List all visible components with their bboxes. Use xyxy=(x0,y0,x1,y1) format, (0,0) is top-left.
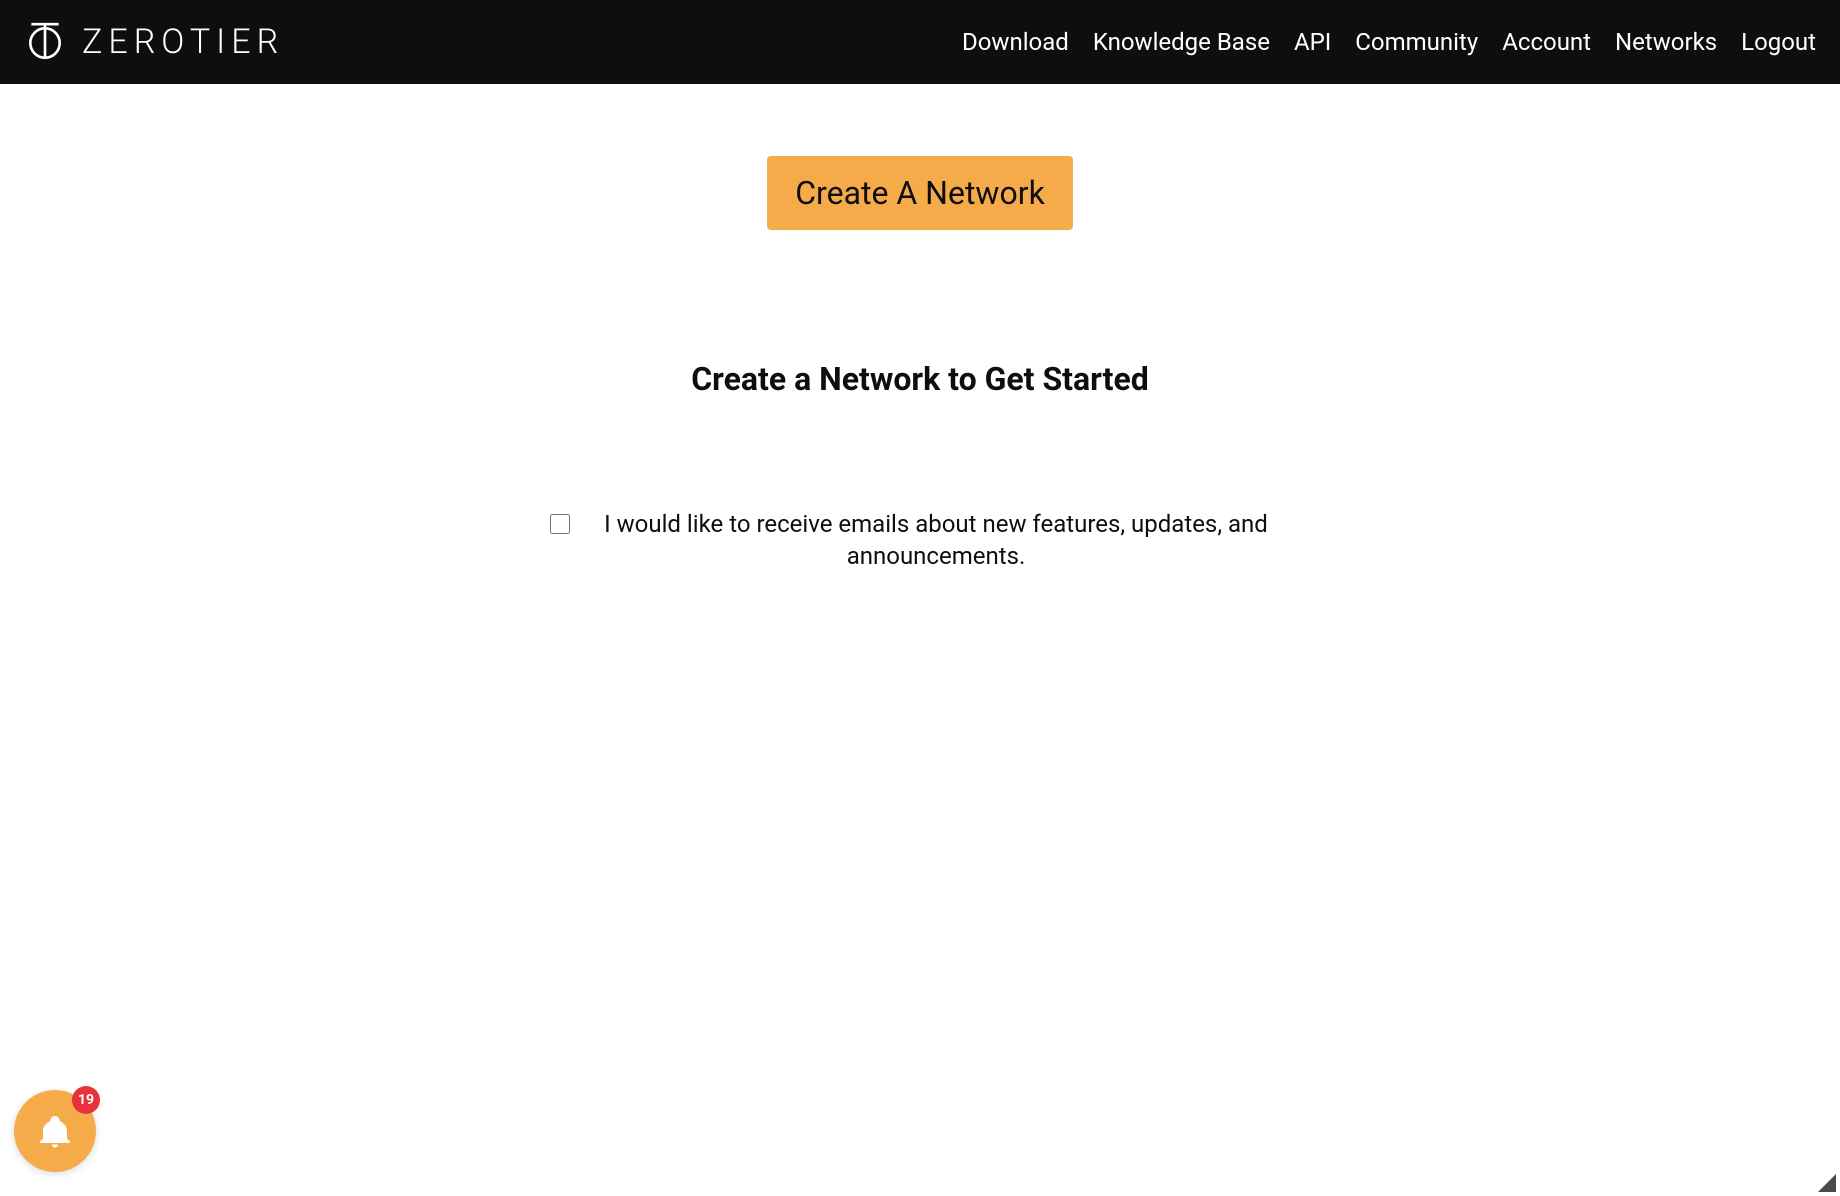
notification-badge: 19 xyxy=(72,1086,100,1114)
subscribe-checkbox[interactable] xyxy=(550,514,570,534)
subscribe-label[interactable]: I would like to receive emails about new… xyxy=(582,508,1290,573)
nav-community[interactable]: Community xyxy=(1355,28,1478,56)
top-nav: Download Knowledge Base API Community Ac… xyxy=(962,28,1816,56)
get-started-heading: Create a Network to Get Started xyxy=(691,360,1149,398)
logo-section[interactable]: ZEROTIER xyxy=(24,21,284,63)
notification-button[interactable]: 19 xyxy=(14,1090,96,1172)
logo-text: ZEROTIER xyxy=(82,22,284,62)
header: ZEROTIER Download Knowledge Base API Com… xyxy=(0,0,1840,84)
nav-logout[interactable]: Logout xyxy=(1741,28,1816,56)
nav-networks[interactable]: Networks xyxy=(1615,28,1717,56)
subscribe-row: I would like to receive emails about new… xyxy=(550,508,1290,573)
main-content: Create A Network Create a Network to Get… xyxy=(0,84,1840,573)
nav-account[interactable]: Account xyxy=(1502,28,1591,56)
nav-download[interactable]: Download xyxy=(962,28,1069,56)
nav-knowledge-base[interactable]: Knowledge Base xyxy=(1093,28,1270,56)
bell-icon xyxy=(37,1113,73,1149)
create-network-button[interactable]: Create A Network xyxy=(767,156,1073,230)
nav-api[interactable]: API xyxy=(1294,28,1331,56)
zerotier-logo-icon xyxy=(24,21,66,63)
resize-handle-icon[interactable] xyxy=(1818,1174,1836,1192)
